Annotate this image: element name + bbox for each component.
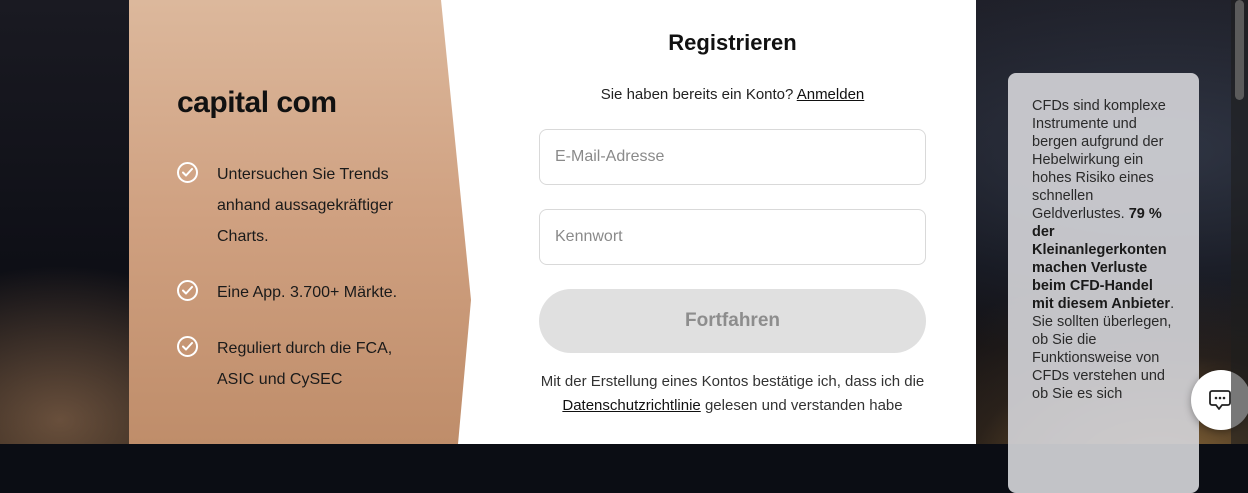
brand-panel: capital com Untersuchen Sie Trends anhan… — [129, 0, 471, 444]
feature-text: Reguliert durch die FCA, ASIC und CySEC — [217, 340, 393, 388]
login-link[interactable]: Anmelden — [797, 86, 865, 103]
feature-text: Eine App. 3.700+ Märkte. — [217, 284, 398, 301]
capital-com-logo: capital com — [177, 86, 337, 119]
check-circle-icon — [177, 280, 198, 301]
check-circle-icon — [177, 336, 198, 357]
page-scrollbar[interactable] — [1231, 0, 1248, 444]
check-circle-icon — [177, 162, 198, 183]
email-field[interactable] — [539, 129, 926, 185]
signup-dialog: capital com Untersuchen Sie Trends anhan… — [129, 0, 976, 444]
feature-item: Eine App. 3.700+ Märkte. — [177, 277, 407, 308]
chat-bubble-icon — [1209, 390, 1231, 410]
privacy-policy-link[interactable]: Datenschutzrichtlinie — [562, 397, 700, 414]
login-prompt-text: Sie haben bereits ein Konto? — [600, 86, 794, 103]
feature-item: Reguliert durch die FCA, ASIC und CySEC — [177, 333, 407, 395]
password-field[interactable] — [539, 209, 926, 265]
risk-warning-box: CFDs sind komplexe Instrumente und berge… — [1008, 73, 1199, 493]
feature-list: Untersuchen Sie Trends anhand aussagekrä… — [177, 159, 407, 420]
page-title: Registrieren — [668, 30, 797, 55]
risk-warning-intro: CFDs sind komplexe Instrumente und berge… — [1032, 98, 1166, 222]
terms-prefix: Mit der Erstellung eines Kontos bestätig… — [540, 373, 925, 390]
feature-item: Untersuchen Sie Trends anhand aussagekrä… — [177, 159, 407, 252]
terms-text: Mit der Erstellung eines Kontos bestätig… — [539, 370, 926, 418]
continue-button[interactable]: Fortfahren — [539, 289, 926, 353]
feature-text: Untersuchen Sie Trends anhand aussagekrä… — [217, 166, 394, 245]
login-prompt: Sie haben bereits ein Konto? Anmelden — [539, 86, 926, 103]
terms-suffix: gelesen und verstanden habe — [704, 397, 903, 414]
scrollbar-thumb[interactable] — [1235, 0, 1244, 100]
signup-form: Registrieren Sie haben bereits ein Konto… — [539, 0, 926, 418]
